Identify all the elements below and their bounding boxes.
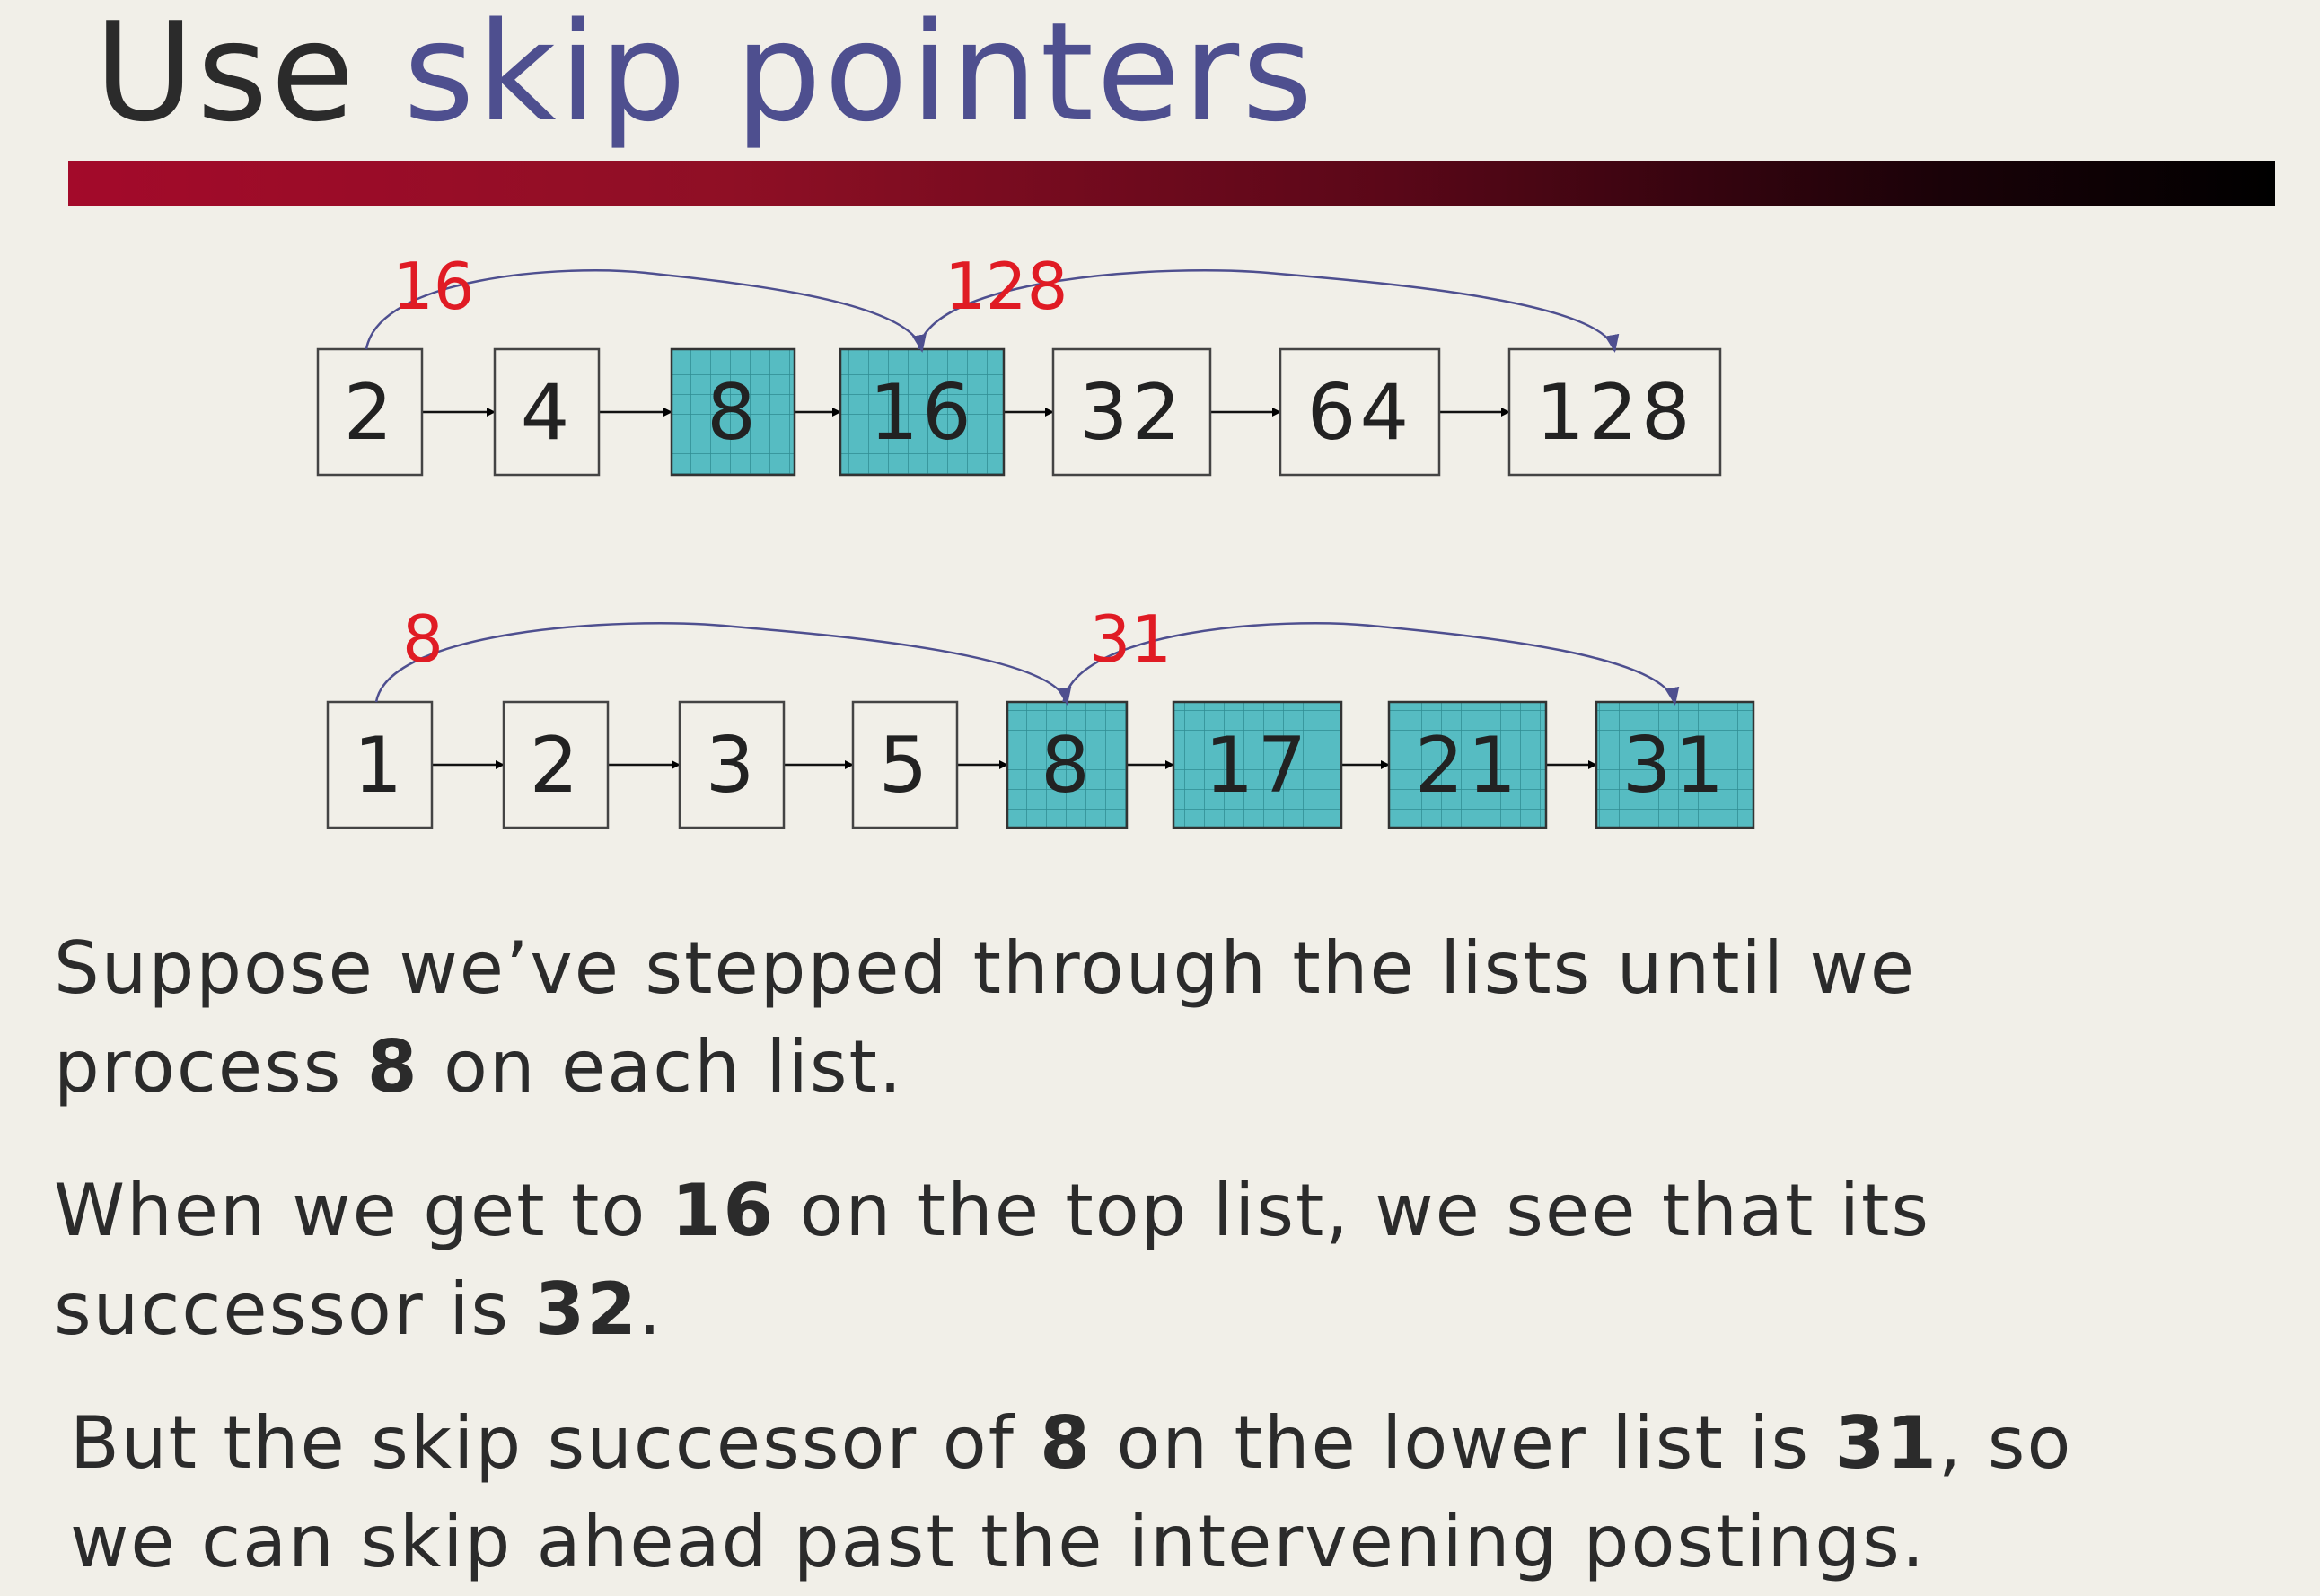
- posting-value: 8: [1041, 721, 1094, 811]
- skip-pointer-label: 16: [392, 249, 475, 324]
- posting-value: 128: [1535, 368, 1693, 458]
- paragraph-3: But the skip successor of 8 on the lower…: [70, 1394, 2072, 1592]
- posting-value: 16: [869, 368, 974, 458]
- posting-value: 2: [530, 721, 583, 811]
- posting-node: 32: [1051, 347, 1212, 477]
- posting-value: 21: [1415, 721, 1520, 811]
- posting-value: 1: [354, 721, 407, 811]
- paragraph-3-run: on the lower list is: [1091, 1401, 1835, 1485]
- paragraph-3-run: , so: [1938, 1401, 2073, 1485]
- posting-node: 8: [1006, 700, 1129, 829]
- paragraph-2-run: .: [637, 1267, 663, 1351]
- posting-node: 3: [678, 700, 786, 829]
- posting-node: 31: [1595, 700, 1755, 829]
- posting-value: 2: [344, 368, 397, 458]
- posting-node: 21: [1387, 700, 1548, 829]
- posting-node: 64: [1279, 347, 1441, 477]
- posting-value: 8: [707, 368, 760, 458]
- posting-value: 31: [1622, 721, 1727, 811]
- posting-node: 128: [1507, 347, 1722, 477]
- skip-pointer-arc: [374, 622, 1072, 706]
- posting-node: 5: [851, 700, 959, 829]
- posting-value: 3: [706, 721, 759, 811]
- skip-pointer-label: 8: [402, 601, 444, 677]
- paragraph-1-run: 8: [366, 1025, 419, 1109]
- posting-node: 4: [493, 347, 601, 477]
- posting-value: 32: [1079, 368, 1184, 458]
- paragraph-1: Suppose we’ve stepped through the lists …: [54, 919, 1916, 1117]
- skip-pointer-diagram: 2 4 8 16 32 64 128 1 2 3 5 8 17 21 31 16 128 8 31: [316, 249, 1755, 829]
- posting-value: 17: [1205, 721, 1310, 811]
- posting-node: 1: [326, 700, 434, 829]
- paragraph-3-run: 31: [1834, 1401, 1938, 1485]
- skip-pointer-label: 31: [1090, 601, 1173, 677]
- paragraph-2-run: 32: [534, 1267, 638, 1351]
- paragraph-2-run: 16: [671, 1169, 776, 1252]
- paragraph-2-run: on the top list, we see that its: [775, 1169, 1931, 1252]
- posting-node: 2: [502, 700, 610, 829]
- posting-value: 4: [521, 368, 574, 458]
- paragraph-1-run: process: [54, 1025, 367, 1109]
- posting-node: 8: [670, 347, 796, 477]
- posting-value: 64: [1307, 368, 1412, 458]
- posting-value: 5: [879, 721, 932, 811]
- paragraph-3-run: we can skip ahead past the intervening p…: [70, 1500, 1927, 1583]
- skip-pointer-label: 128: [945, 249, 1068, 324]
- posting-node: 17: [1172, 700, 1343, 829]
- posting-node: 2: [316, 347, 424, 477]
- paragraph-1-run: on each list.: [418, 1025, 904, 1109]
- paragraph-2: When we get to 16 on the top list, we se…: [54, 1162, 1930, 1359]
- paragraph-1-run: Suppose we’ve stepped through the lists …: [54, 926, 1917, 1010]
- posting-node: 16: [839, 347, 1006, 477]
- paragraph-2-run: successor is: [54, 1267, 535, 1351]
- paragraph-3-run: But the skip successor of: [70, 1401, 1041, 1485]
- paragraph-3-run: 8: [1040, 1401, 1092, 1485]
- paragraph-2-run: When we get to: [54, 1169, 672, 1252]
